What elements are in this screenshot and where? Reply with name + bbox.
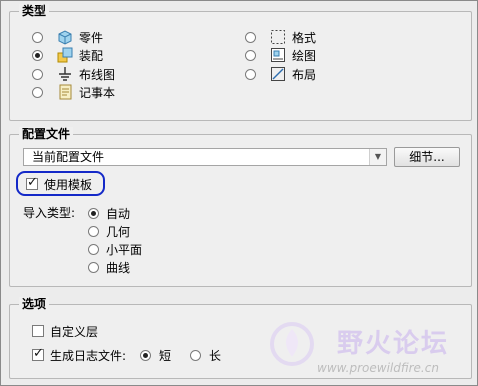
radio-notebook-label: 记事本 xyxy=(79,85,116,100)
details-button[interactable]: 细节... xyxy=(394,147,460,167)
format-icon xyxy=(270,29,286,45)
radio-assembly[interactable]: 装配 xyxy=(32,46,103,64)
radio-button[interactable] xyxy=(190,349,201,361)
radio-part[interactable]: 零件 xyxy=(32,28,103,46)
radio-log-short-label: 短 xyxy=(159,348,172,363)
radio-harness-diagram-label: 布线图 xyxy=(79,67,116,82)
radio-import-auto[interactable]: 自动 xyxy=(88,204,130,222)
radio-import-auto-label: 自动 xyxy=(106,206,131,221)
radio-format[interactable]: 格式 xyxy=(245,28,316,46)
checkbox[interactable] xyxy=(32,346,44,361)
radio-button[interactable] xyxy=(245,31,256,43)
type-group-title: 类型 xyxy=(19,4,50,18)
radio-button[interactable] xyxy=(88,261,99,273)
radio-part-label: 零件 xyxy=(79,30,104,45)
profile-select-value: 当前配置文件 xyxy=(32,150,105,164)
radio-log-long[interactable]: 长 xyxy=(190,346,221,364)
radio-import-curve-label: 曲线 xyxy=(106,260,131,275)
harness-diagram-icon xyxy=(57,66,73,82)
radio-assembly-label: 装配 xyxy=(79,48,104,63)
radio-import-facet[interactable]: 小平面 xyxy=(88,240,142,258)
config-group-title: 配置文件 xyxy=(19,127,74,141)
radio-import-facet-label: 小平面 xyxy=(106,242,143,257)
radio-button[interactable] xyxy=(88,207,99,219)
radio-import-geometry[interactable]: 几何 xyxy=(88,222,130,240)
radio-drawing-label: 绘图 xyxy=(292,48,317,63)
log-file-checkbox[interactable]: 生成日志文件: xyxy=(32,346,126,364)
radio-button[interactable] xyxy=(88,243,99,255)
radio-button[interactable] xyxy=(88,225,99,237)
assembly-icon xyxy=(57,47,73,63)
radio-button[interactable] xyxy=(245,68,256,80)
radio-harness-diagram[interactable]: 布线图 xyxy=(32,65,115,83)
checkbox[interactable] xyxy=(32,325,44,337)
radio-button[interactable] xyxy=(32,31,43,43)
radio-button[interactable] xyxy=(140,349,151,361)
watermark: 野火论坛 www.proewildfire.cn xyxy=(269,321,475,383)
import-type-label: 导入类型: xyxy=(23,203,75,221)
radio-button[interactable] xyxy=(32,86,43,98)
radio-button[interactable] xyxy=(32,68,43,80)
radio-layout[interactable]: 布局 xyxy=(245,65,316,83)
custom-layer-label: 自定义层 xyxy=(50,324,99,339)
radio-layout-label: 布局 xyxy=(292,67,317,82)
radio-notebook[interactable]: 记事本 xyxy=(32,83,115,101)
import-type-text: 导入类型: xyxy=(23,205,76,220)
drawing-icon xyxy=(270,47,286,63)
layout-icon xyxy=(270,66,286,82)
new-dialog: 类型 零件 装配 布线图 记事本 格式 绘图 布局 配置文件 当前配置文件 ▼ … xyxy=(0,0,478,386)
watermark-url: www.proewildfire.cn xyxy=(317,361,439,375)
radio-log-short[interactable]: 短 xyxy=(140,346,171,364)
radio-button[interactable] xyxy=(245,49,256,61)
use-template-label: 使用模板 xyxy=(44,177,93,192)
options-group-title: 选项 xyxy=(19,297,50,311)
radio-button[interactable] xyxy=(32,49,43,61)
profile-select[interactable]: 当前配置文件 ▼ xyxy=(23,148,387,166)
log-file-label: 生成日志文件: xyxy=(50,348,127,363)
use-template-checkbox[interactable]: 使用模板 xyxy=(26,175,92,193)
checkbox[interactable] xyxy=(26,175,38,190)
radio-format-label: 格式 xyxy=(292,30,317,45)
watermark-text: 野火论坛 xyxy=(337,329,450,359)
custom-layer-checkbox[interactable]: 自定义层 xyxy=(32,322,98,340)
radio-import-geometry-label: 几何 xyxy=(106,224,131,239)
notebook-icon xyxy=(57,84,73,100)
flame-logo-icon xyxy=(269,321,315,367)
radio-import-curve[interactable]: 曲线 xyxy=(88,258,130,276)
radio-drawing[interactable]: 绘图 xyxy=(245,46,316,64)
chevron-down-icon[interactable]: ▼ xyxy=(369,149,386,165)
radio-log-long-label: 长 xyxy=(209,348,222,363)
part-icon xyxy=(57,29,73,45)
